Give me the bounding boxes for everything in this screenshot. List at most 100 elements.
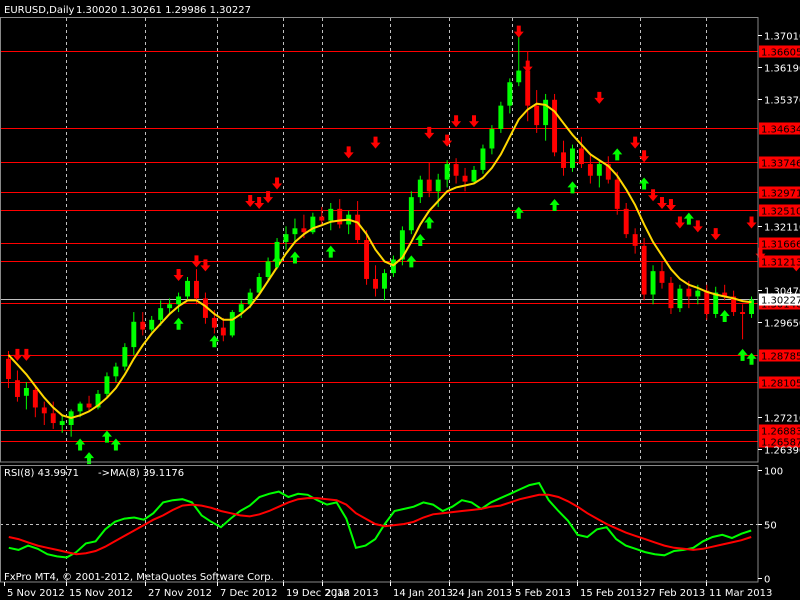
x-tick-label: 24 Jan 2013 (452, 588, 512, 599)
candle-body (516, 70, 522, 83)
candle-body (32, 389, 38, 408)
candle-body (525, 70, 531, 106)
candle (641, 238, 647, 301)
candle-body (561, 152, 566, 168)
candle-body (50, 413, 56, 424)
candle-body (337, 208, 343, 225)
candle-body (587, 164, 593, 176)
y-tick-label: 1.27210 (764, 414, 800, 425)
level-label: 1.32510 (761, 207, 800, 218)
candle-body (104, 376, 110, 394)
x-tick-label: 27 Feb 2013 (643, 588, 705, 599)
candle-body (229, 312, 235, 336)
candle-body (6, 358, 11, 380)
y-tick-label: 1.32110 (764, 223, 800, 234)
candle-body (292, 228, 298, 235)
candle-body (623, 208, 629, 235)
candle-body (686, 288, 692, 297)
candle-body (740, 312, 746, 314)
y-tick-label: 1.37010 (764, 32, 800, 43)
candle-body (408, 197, 414, 231)
rsi-y-tick-label: 0 (764, 575, 770, 586)
candle-body (86, 403, 92, 408)
candle-body (552, 99, 558, 153)
candle-body (113, 366, 119, 377)
x-tick-label: 15 Nov 2012 (69, 588, 133, 599)
candle (570, 144, 575, 172)
candle-body (167, 304, 173, 309)
x-tick-label: 5 Nov 2012 (7, 588, 65, 599)
x-tick-label: 5 Feb 2013 (515, 588, 571, 599)
candle-body (140, 321, 146, 330)
candle-body (641, 245, 647, 295)
level-label: 1.28105 (761, 379, 800, 390)
candle-body (176, 296, 182, 305)
candle-body (211, 317, 217, 328)
candle (552, 93, 558, 157)
candle-body (355, 214, 361, 240)
candle-body (489, 129, 495, 149)
candle-body (238, 304, 244, 313)
candle-body (122, 347, 128, 367)
candle-body (453, 164, 459, 176)
candle-body (704, 290, 710, 314)
rsi-title: RSI(8) 43.9971 (4, 468, 79, 479)
candle-body (659, 271, 665, 283)
candle (408, 191, 414, 235)
x-tick-label: 2 Jan 2013 (325, 588, 379, 599)
y-tick-label: 1.26390 (764, 446, 800, 457)
candle-body (471, 169, 477, 182)
x-tick-label: 27 Nov 2012 (148, 588, 212, 599)
level-label: 1.33746 (761, 159, 800, 170)
level-label: 1.36605 (761, 48, 800, 59)
candle-body (570, 148, 575, 168)
candle-body (578, 148, 584, 165)
level-label: 1.32971 (761, 189, 800, 200)
rsi-ma-label: ->MA(8) 39.1176 (98, 468, 184, 479)
candle-body (23, 388, 29, 396)
candle-body (695, 290, 701, 297)
candle-body (158, 308, 164, 320)
candle-body (77, 403, 83, 412)
y-tick-label: 1.36190 (764, 64, 800, 75)
candle-body (59, 421, 65, 425)
candle-body (382, 273, 387, 289)
candle-body (41, 407, 47, 414)
symbol-label: EURUSD,Daily (4, 5, 75, 16)
candle-body (507, 82, 513, 106)
rsi-y-tick-label: 100 (764, 467, 783, 478)
candle-body (444, 164, 450, 180)
candle-body (650, 271, 656, 295)
y-tick-label: 1.29650 (764, 319, 800, 330)
candle-body (596, 164, 602, 176)
candle-body (14, 380, 20, 397)
current-price-label: 1.30227 (761, 296, 800, 307)
candle-body (364, 240, 370, 279)
candle (122, 343, 128, 371)
candle-body (480, 148, 486, 170)
candle-body (283, 234, 289, 242)
x-tick-label: 15 Feb 2013 (580, 588, 642, 599)
candle-body (265, 261, 271, 277)
candle-body (194, 280, 199, 299)
x-tick-label: 7 Dec 2012 (220, 588, 278, 599)
ohlc-label: 1.30020 1.30261 1.29986 1.30227 (76, 5, 251, 16)
candle (677, 284, 683, 313)
candle (498, 101, 504, 133)
y-tick-label: 1.35370 (764, 96, 800, 107)
candle-body (543, 99, 549, 126)
candle-body (131, 321, 137, 348)
candle-body (462, 175, 468, 182)
x-tick-label: 14 Jan 2013 (393, 588, 453, 599)
candle-body (185, 280, 190, 297)
candle-body (614, 179, 620, 209)
rsi-y-tick-label: 50 (764, 521, 777, 532)
x-tick-label: 11 Mar 2013 (709, 588, 772, 599)
candle-body (426, 179, 432, 192)
level-label: 1.34634 (761, 125, 800, 136)
candle (229, 310, 235, 338)
candle-body (632, 234, 638, 246)
level-label: 1.28785 (761, 352, 800, 363)
candle-body (328, 208, 334, 221)
trading-chart: 5 Nov 2012 15 Nov 2012 27 Nov 2012 7 Dec 20… (0, 0, 800, 600)
